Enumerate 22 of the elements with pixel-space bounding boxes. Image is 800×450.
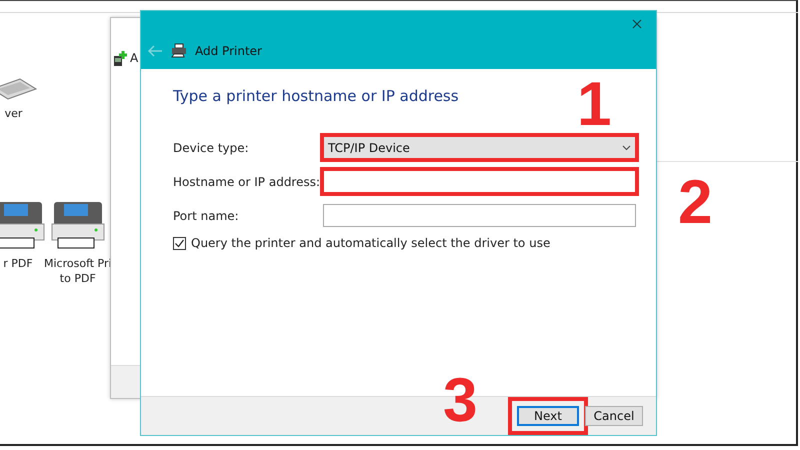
- checkbox-label: Query the printer and automatically select the driver to use: [191, 236, 550, 250]
- printer-add-icon: [113, 50, 127, 66]
- close-icon[interactable]: [630, 17, 644, 31]
- step-number: 3: [443, 370, 478, 432]
- field-label: Device type:: [173, 140, 250, 154]
- step-number: 2: [678, 172, 712, 234]
- step-number: 1: [577, 74, 612, 136]
- input-field[interactable]: [323, 204, 636, 227]
- device-label[interactable]: r PDF: [3, 256, 33, 271]
- printer-icon: [171, 43, 187, 58]
- field-label: Hostname or IP address:: [173, 174, 322, 188]
- device-type-dropdown[interactable]: TCP/IP Device: [323, 136, 636, 159]
- dialog-title: A: [130, 51, 138, 65]
- field-label: Port name:: [173, 208, 240, 222]
- cancel-button[interactable]: Cancel: [585, 406, 643, 426]
- input-field[interactable]: [323, 170, 636, 193]
- chevron-down-icon: [622, 144, 631, 150]
- device-label[interactable]: ver: [4, 106, 22, 121]
- next-button[interactable]: Next: [517, 406, 579, 426]
- dialog-heading: Type a printer hostname or IP address: [173, 87, 460, 105]
- dialog-title: Add Printer: [195, 44, 262, 58]
- checkbox[interactable]: [173, 236, 186, 250]
